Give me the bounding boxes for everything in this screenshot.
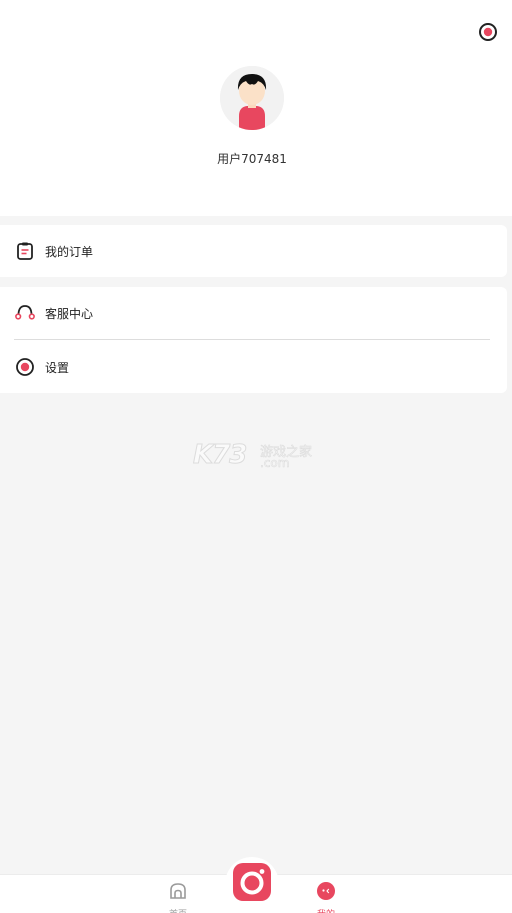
clipboard-icon — [15, 241, 35, 261]
orders-card: 我的订单 — [0, 225, 507, 277]
menu-item-orders[interactable]: 我的订单 — [0, 225, 507, 277]
settings-icon — [15, 357, 35, 377]
watermark-domain: .com — [260, 456, 290, 471]
settings-icon[interactable] — [478, 22, 498, 42]
menu-item-settings[interactable]: 设置 — [0, 341, 507, 393]
avatar[interactable] — [220, 66, 284, 130]
username: 用户707481 — [217, 152, 287, 166]
tab-home[interactable]: 首页 — [158, 881, 198, 913]
headset-icon — [15, 303, 35, 323]
watermark-logo: K73 游戏之家 .com — [192, 440, 323, 474]
tab-mine[interactable]: 我的 — [306, 881, 346, 913]
home-icon — [168, 881, 188, 905]
service-card: 客服中心 设置 — [0, 287, 507, 393]
tab-home-label: 首页 — [169, 907, 187, 913]
menu-item-service-label: 客服中心 — [45, 306, 94, 321]
menu-item-service[interactable]: 客服中心 — [0, 287, 507, 339]
divider — [14, 339, 490, 340]
profile-header: 用户707481 — [0, 0, 512, 216]
watermark-brand: K73 — [192, 440, 247, 471]
tab-mine-label: 我的 — [317, 907, 335, 913]
menu-item-settings-label: 设置 — [45, 360, 70, 375]
profile-icon — [316, 881, 336, 905]
camera-icon — [232, 862, 272, 906]
camera-button[interactable] — [225, 857, 279, 911]
menu-item-orders-label: 我的订单 — [45, 244, 94, 259]
